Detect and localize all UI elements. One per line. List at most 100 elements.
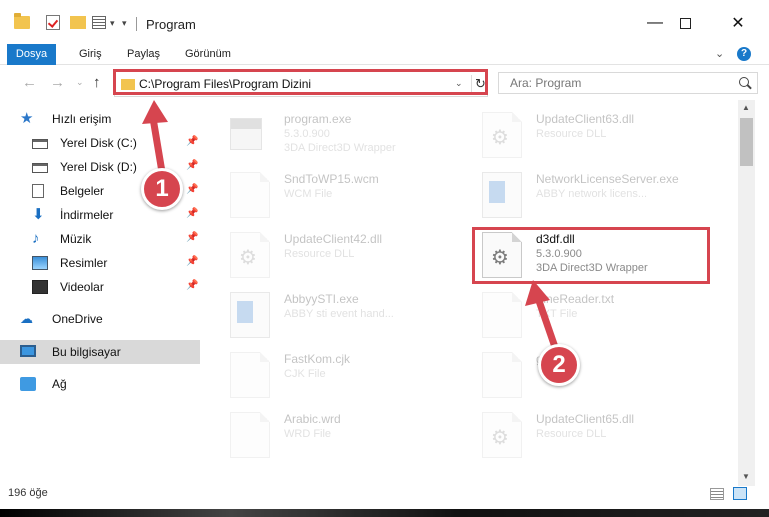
file-tile-finereader-txt[interactable]: FineReader.txt TXT File bbox=[474, 284, 724, 342]
vertical-scrollbar[interactable]: ▲ ▼ bbox=[738, 100, 755, 486]
new-folder-icon[interactable] bbox=[70, 16, 86, 29]
folder-icon bbox=[121, 79, 135, 90]
sidebar-item-label: Bu bilgisayar bbox=[52, 345, 121, 359]
scroll-thumb[interactable] bbox=[740, 118, 753, 166]
file-name: FineReader.txt bbox=[536, 292, 615, 306]
file-tile-updateclient63[interactable]: UpdateClient63.dll Resource DLL bbox=[474, 104, 724, 162]
search-icon[interactable] bbox=[739, 77, 749, 87]
application-window-icon bbox=[230, 292, 270, 338]
pin-icon[interactable]: 📌 bbox=[186, 256, 198, 267]
drive-icon bbox=[32, 139, 48, 149]
sidebar-item-pictures[interactable]: Resimler 📌 bbox=[0, 251, 200, 275]
file-description: ABBY sti event hand... bbox=[284, 308, 394, 320]
sidebar-item-label: Ağ bbox=[52, 377, 67, 391]
sidebar-item-music[interactable]: ♪ Müzik 📌 bbox=[0, 227, 200, 251]
forward-arrow-icon[interactable]: → bbox=[50, 74, 65, 91]
sidebar-item-local-disk-c[interactable]: Yerel Disk (C:) 📌 bbox=[0, 131, 200, 155]
maximize-icon bbox=[679, 17, 691, 29]
chevron-down-icon[interactable]: ▾ bbox=[110, 18, 115, 29]
file-type: CJK File bbox=[284, 368, 326, 380]
tiles-view-icon[interactable] bbox=[733, 487, 747, 500]
sidebar-item-label: Belgeler bbox=[60, 184, 105, 198]
file-tile-updateclient65[interactable]: UpdateClient65.dll Resource DLL bbox=[474, 404, 724, 462]
drive-icon bbox=[32, 163, 48, 173]
file-name: SndToWP15.wcm bbox=[284, 172, 379, 186]
file-type: Resource DLL bbox=[536, 128, 607, 140]
file-name: UpdateClient63.dll bbox=[536, 112, 635, 126]
file-tile-gt[interactable]: gt bbox=[474, 344, 724, 402]
file-name: UpdateClient65.dll bbox=[536, 412, 635, 426]
dll-gear-icon bbox=[482, 412, 522, 458]
sidebar-item-network[interactable]: Ağ bbox=[0, 372, 200, 396]
document-icon bbox=[32, 184, 44, 198]
customize-toolbar-icon[interactable]: ▾ bbox=[122, 18, 127, 29]
pin-icon[interactable]: 📌 bbox=[186, 160, 198, 171]
sidebar-item-quick-access[interactable]: ★ Hızlı erişim bbox=[0, 107, 200, 131]
close-button[interactable]: ✕ bbox=[718, 8, 758, 38]
pin-icon[interactable]: 📌 bbox=[186, 184, 198, 195]
sidebar-item-onedrive[interactable]: ☁ OneDrive bbox=[0, 307, 200, 331]
file-list: program.exe 5.3.0.900 3DA Direct3D Wrapp… bbox=[200, 100, 738, 486]
tab-home[interactable]: Giriş bbox=[79, 44, 102, 65]
desktop-strip bbox=[0, 509, 769, 517]
sidebar-item-label: OneDrive bbox=[52, 312, 103, 326]
navigation-pane: ★ Hızlı erişim Yerel Disk (C:) 📌 Yerel D… bbox=[0, 100, 200, 486]
sidebar-item-label: Hızlı erişim bbox=[52, 112, 112, 126]
file-tile-updateclient42[interactable]: UpdateClient42.dll Resource DLL bbox=[222, 224, 472, 282]
file-version: 5.3.0.900 bbox=[284, 128, 330, 140]
pin-icon[interactable]: 📌 bbox=[186, 136, 198, 147]
tab-share[interactable]: Paylaş bbox=[127, 44, 160, 65]
file-name: program.exe bbox=[284, 112, 352, 126]
file-name: Arabic.wrd bbox=[284, 412, 341, 426]
list-view-icon[interactable] bbox=[92, 16, 106, 29]
address-path[interactable]: C:\Program Files\Program Dizini bbox=[139, 77, 311, 91]
sidebar-item-label: Yerel Disk (C:) bbox=[60, 136, 137, 150]
dll-gear-icon bbox=[482, 112, 522, 158]
ribbon: Dosya Giriş Paylaş Görünüm ⌄ ? bbox=[0, 44, 769, 65]
pin-icon[interactable]: 📌 bbox=[186, 208, 198, 219]
up-arrow-icon[interactable]: ↑ bbox=[93, 74, 101, 91]
callout-step-2: 2 bbox=[538, 344, 580, 386]
music-icon: ♪ bbox=[32, 230, 40, 247]
tab-view[interactable]: Görünüm bbox=[185, 44, 231, 65]
sidebar-item-videos[interactable]: Videolar 📌 bbox=[0, 275, 200, 299]
sidebar-item-label: Videolar bbox=[60, 280, 104, 294]
file-icon bbox=[230, 412, 270, 458]
file-type: WRD File bbox=[284, 428, 332, 440]
file-description: ABBY network licens... bbox=[536, 188, 648, 200]
file-tile-program-exe[interactable]: program.exe 5.3.0.900 3DA Direct3D Wrapp… bbox=[222, 104, 472, 162]
star-icon: ★ bbox=[20, 110, 34, 127]
application-icon bbox=[230, 118, 262, 150]
back-arrow-icon[interactable]: ← bbox=[22, 74, 37, 91]
pin-icon[interactable]: 📌 bbox=[186, 280, 198, 291]
computer-icon bbox=[20, 345, 36, 357]
help-icon[interactable]: ? bbox=[737, 47, 751, 61]
refresh-icon[interactable]: ↻ bbox=[471, 75, 489, 93]
expand-ribbon-icon[interactable]: ⌄ bbox=[715, 47, 724, 60]
recent-locations-icon[interactable]: ⌄ bbox=[76, 77, 84, 88]
pin-icon[interactable]: 📌 bbox=[186, 232, 198, 243]
scroll-up-icon[interactable]: ▲ bbox=[742, 103, 750, 112]
file-tile-arabic-wrd[interactable]: Arabic.wrd WRD File bbox=[222, 404, 472, 462]
sidebar-item-this-pc[interactable]: Bu bilgisayar bbox=[0, 340, 200, 364]
address-dropdown-icon[interactable]: ⌄ bbox=[455, 78, 463, 89]
file-tile-sndtowp15[interactable]: SndToWP15.wcm WCM File bbox=[222, 164, 472, 222]
folder-icon[interactable] bbox=[14, 13, 30, 29]
file-tile-fastkom[interactable]: FastKom.cjk CJK File bbox=[222, 344, 472, 402]
search-input[interactable]: Ara: Program bbox=[498, 72, 758, 94]
maximize-button[interactable] bbox=[666, 8, 704, 38]
callout-step-1: 1 bbox=[141, 168, 183, 210]
download-icon: ⬇ bbox=[32, 206, 45, 223]
file-name: NetworkLicenseServer.exe bbox=[536, 172, 679, 186]
search-placeholder: Ara: Program bbox=[510, 76, 582, 90]
address-bar[interactable]: C:\Program Files\Program Dizini ⌄ ↻ bbox=[114, 71, 488, 97]
item-count: 196 öğe bbox=[8, 487, 48, 499]
properties-check-icon[interactable] bbox=[46, 15, 60, 30]
tab-file[interactable]: Dosya bbox=[7, 44, 56, 65]
scroll-down-icon[interactable]: ▼ bbox=[742, 472, 750, 481]
file-tile-abbyysti[interactable]: AbbyySTI.exe ABBY sti event hand... bbox=[222, 284, 472, 342]
file-tile-networklicenseserver[interactable]: NetworkLicenseServer.exe ABBY network li… bbox=[474, 164, 724, 222]
details-view-icon[interactable] bbox=[710, 488, 724, 500]
sidebar-item-label: İndirmeler bbox=[60, 208, 114, 222]
sidebar-item-label: Müzik bbox=[60, 232, 92, 246]
